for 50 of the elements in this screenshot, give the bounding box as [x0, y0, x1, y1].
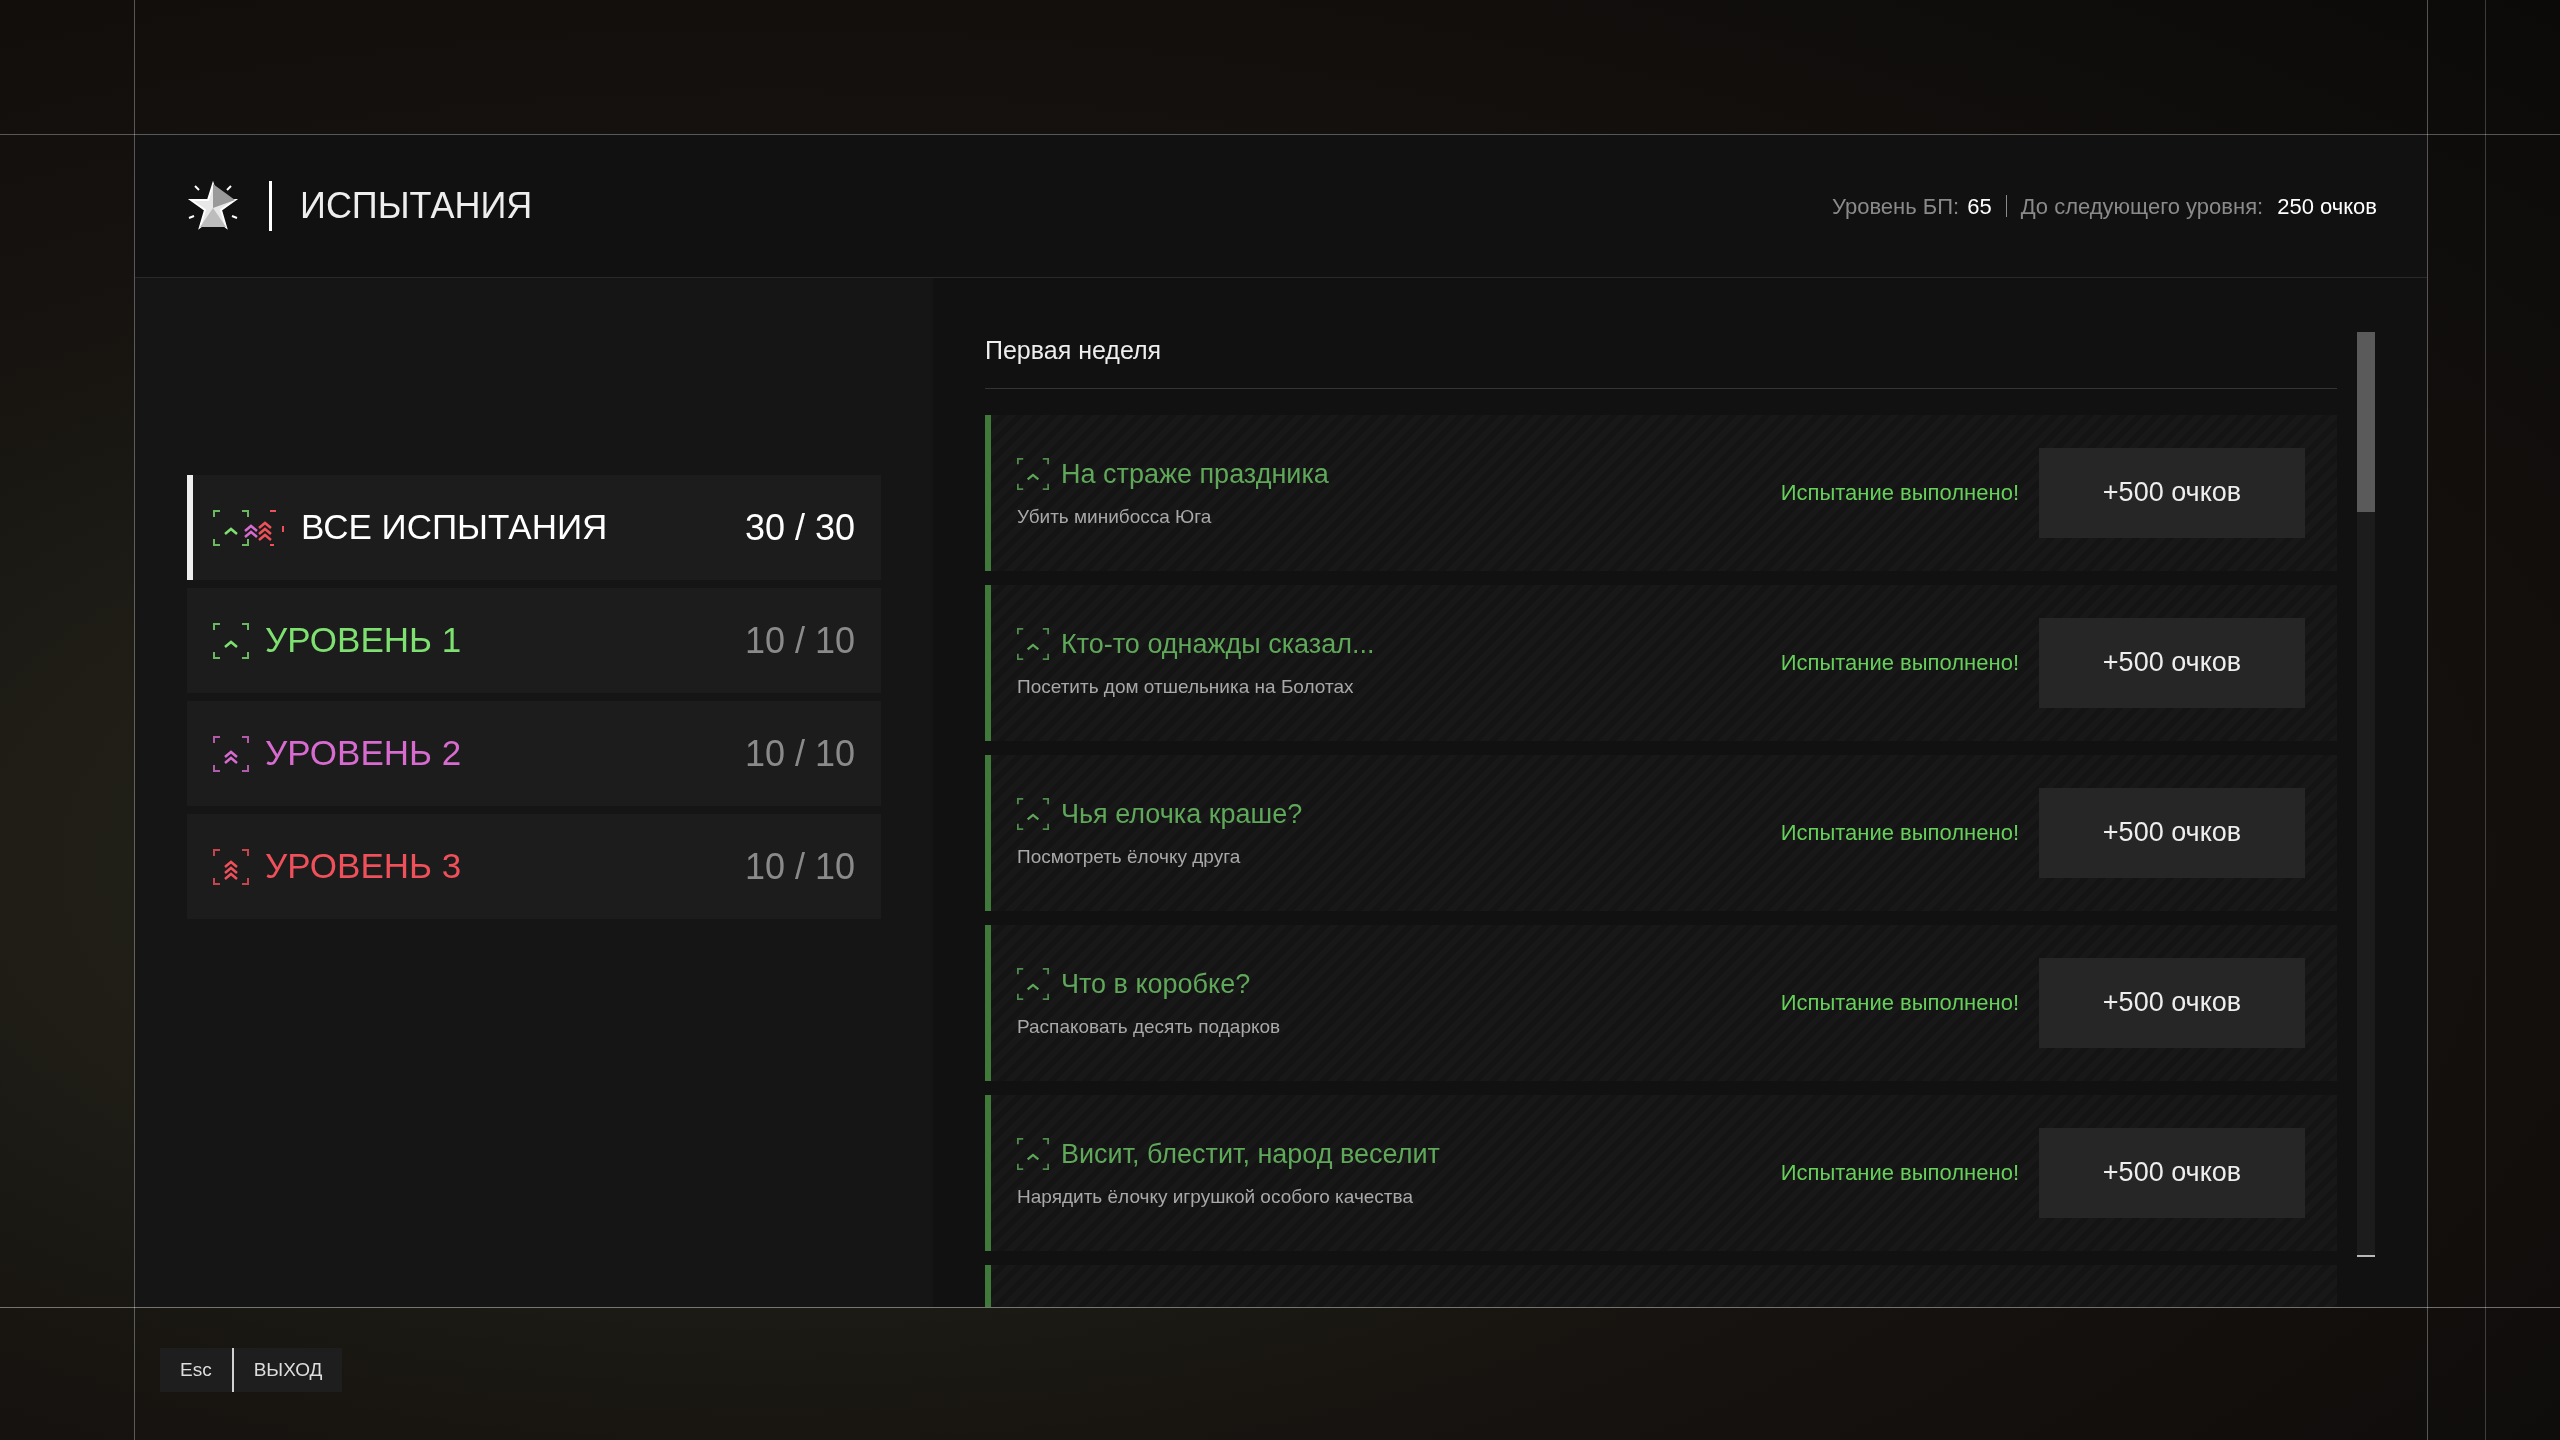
category-count: 30 / 30	[744, 505, 855, 550]
bp-level-value: 65	[1967, 192, 1992, 221]
rank-chevron-icon	[1017, 968, 1049, 1001]
rank-chevron-icon	[213, 848, 249, 885]
category-tab[interactable]: УРОВЕНЬ 1 10 / 10	[187, 588, 881, 693]
challenge-description: Распаковать десять подарков	[1017, 1014, 1282, 1039]
rank-chevron-icon	[1017, 1138, 1049, 1171]
reward-badge: +500 очков	[2039, 1127, 2305, 1218]
category-tab[interactable]: УРОВЕНЬ 3 10 / 10	[187, 814, 881, 919]
next-level-value: 250 очков	[2277, 192, 2377, 221]
category-count: 10 / 10	[744, 844, 855, 889]
rank-chevron-icon	[213, 735, 249, 772]
next-level-label: До следующего уровня:	[2020, 192, 2264, 221]
completed-status: Испытание выполнено!	[1780, 649, 2019, 677]
reward-badge: +500 очков	[2039, 957, 2305, 1048]
category-count: 10 / 10	[744, 731, 855, 776]
rank-chevron-icon	[1017, 798, 1049, 831]
challenge-description: Посетить дом отшельника на Болотах	[1017, 674, 1355, 699]
reward-badge: +500 очков	[2039, 447, 2305, 538]
page-title: ИСПЫТАНИЯ	[300, 184, 533, 228]
completed-status: Испытание выполнено!	[1780, 989, 2019, 1017]
completed-status: Испытание выполнено!	[1780, 479, 2019, 507]
challenge-title: Чья елочка краше?	[1061, 798, 1303, 831]
challenge-title: Кто-то однажды сказал...	[1061, 628, 1375, 661]
category-tab[interactable]: УРОВЕНЬ 2 10 / 10	[187, 701, 881, 806]
category-label: УРОВЕНЬ 1	[265, 619, 463, 662]
challenge-description: Убить минибосса Юга	[1017, 504, 1213, 529]
category-tab[interactable]: ВСЕ ИСПЫТАНИЯ 30 / 30	[187, 475, 881, 580]
completed-status: Испытание выполнено!	[1780, 819, 2019, 847]
section-title: Первая неделя	[985, 336, 1162, 364]
rank-chevron-icon	[1017, 628, 1049, 661]
category-label: УРОВЕНЬ 2	[265, 732, 463, 775]
category-count: 10 / 10	[744, 618, 855, 663]
bp-level-label: Уровень БП:	[1831, 192, 1960, 221]
challenge-title: Висит, блестит, народ веселит	[1061, 1138, 1440, 1171]
rank-chevrons-icon	[213, 509, 285, 546]
exit-button[interactable]: ВЫХОД	[233, 1348, 343, 1392]
reward-badge: +500 очков	[2039, 617, 2305, 708]
scrollbar[interactable]	[2357, 332, 2375, 1255]
rank-chevron-icon	[213, 622, 249, 659]
challenge-title: Что в коробке?	[1061, 968, 1251, 1001]
category-label: ВСЕ ИСПЫТАНИЯ	[301, 506, 609, 549]
reward-badge: +500 очков	[2039, 787, 2305, 878]
category-label: УРОВЕНЬ 3	[265, 845, 463, 888]
challenge-description: Нарядить ёлочку игрушкой особого качества	[1017, 1184, 1414, 1209]
challenge-description: Посмотреть ёлочку друга	[1017, 844, 1242, 869]
completed-status: Испытание выполнено!	[1780, 1159, 2019, 1187]
challenge-title: На страже праздника	[1061, 458, 1329, 491]
rank-chevron-icon	[1017, 458, 1049, 491]
esc-key: Esc	[160, 1348, 234, 1392]
